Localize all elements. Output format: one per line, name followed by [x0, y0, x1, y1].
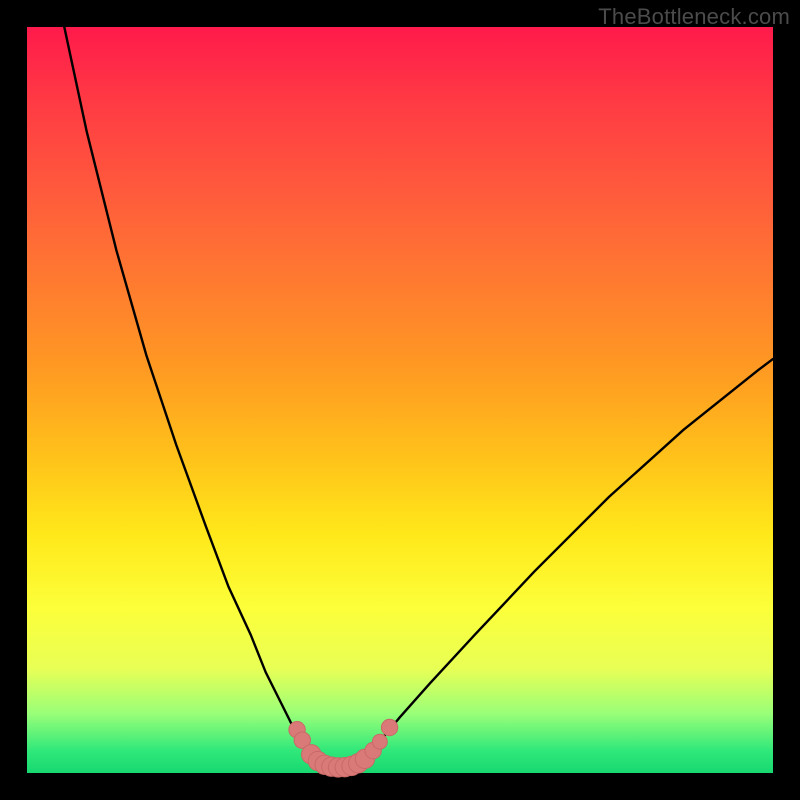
plot-area [27, 27, 773, 773]
chart-svg [27, 27, 773, 773]
chart-frame: TheBottleneck.com [0, 0, 800, 800]
valley-marker-group [289, 719, 398, 777]
valley-marker [372, 734, 387, 749]
bottleneck-curve [64, 27, 773, 770]
watermark-text: TheBottleneck.com [598, 4, 790, 30]
valley-marker [381, 719, 397, 735]
